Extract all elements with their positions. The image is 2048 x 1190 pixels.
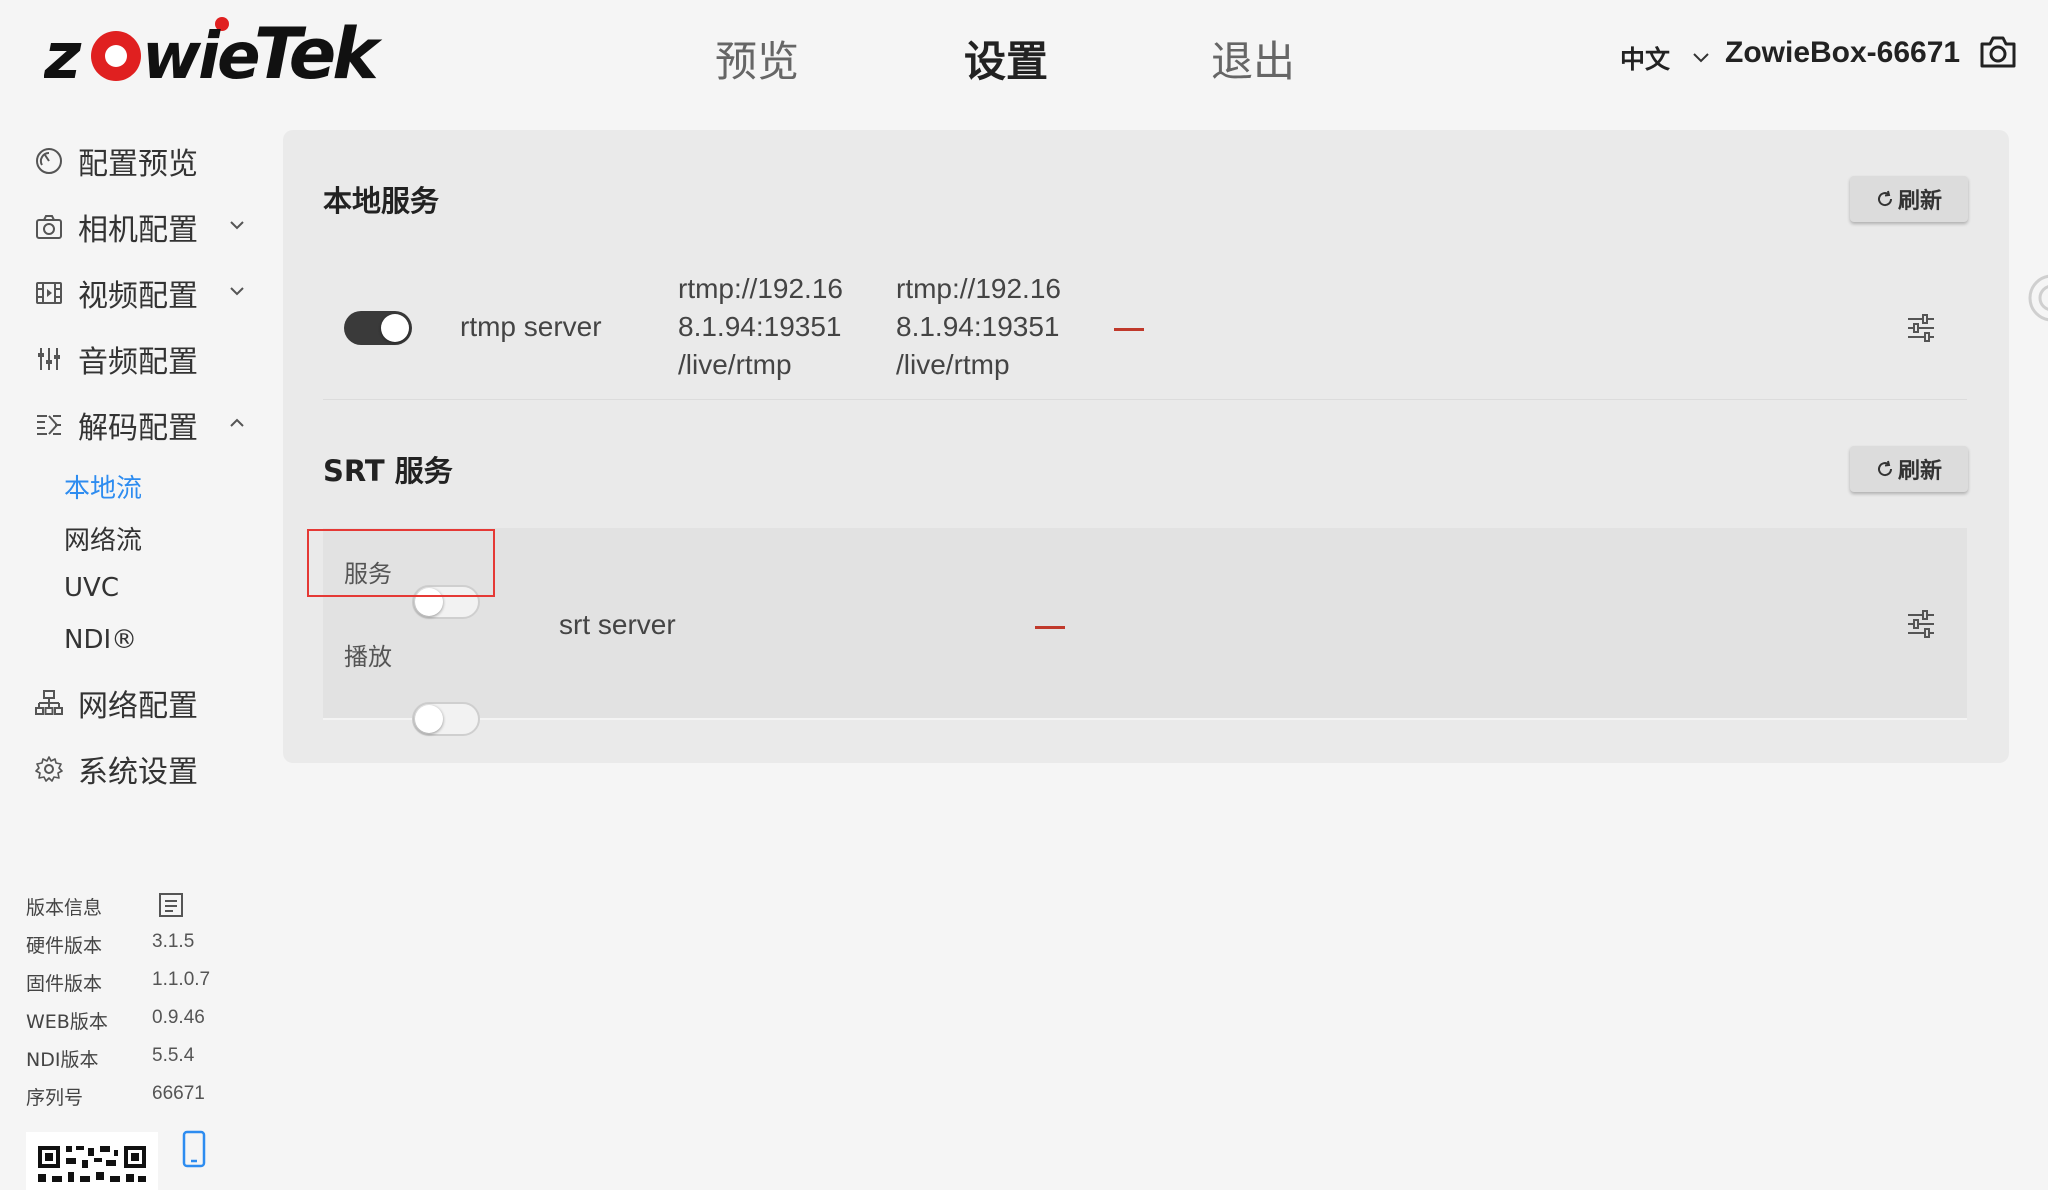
sidebar-item-label: 相机配置 [78, 213, 198, 248]
chevron-up-icon [230, 418, 244, 427]
version-value: 66671 [152, 1083, 205, 1104]
version-value: 5.5.4 [152, 1045, 195, 1066]
nav-settings[interactable]: 设置 [964, 28, 1048, 89]
language-label: 中文 [1620, 45, 1671, 74]
section-title-srt-service: SRT 服务 [323, 454, 453, 488]
camera-icon [34, 212, 64, 242]
refresh-button[interactable]: 刷新 [1850, 446, 1968, 492]
stream-url-2: rtmp://192.16 8.1.94:19351 /live/rtmp [896, 273, 1061, 380]
version-value: 3.1.5 [152, 931, 195, 952]
sidebar-item-audio-config[interactable]: 音频配置 [34, 336, 198, 382]
sidebar-item-label: 视频配置 [78, 279, 198, 314]
service-name: rtmp server [460, 311, 602, 342]
stream-url-1: rtmp://192.16 8.1.94:19351 /live/rtmp [678, 273, 843, 380]
help-widget-icon[interactable] [2026, 272, 2048, 324]
sidebar-subitem-network-stream[interactable]: 网络流 [64, 520, 142, 557]
version-label: 硬件版本 [26, 935, 103, 957]
version-label: WEB版本 [26, 1011, 108, 1033]
version-value: 0.9.46 [152, 1007, 205, 1028]
svg-text:wie: wie [142, 20, 258, 92]
chevron-down-icon [230, 287, 244, 296]
nav-logout[interactable]: 退出 [1211, 28, 1295, 89]
device-name: ZowieBox-66671 [1725, 36, 1961, 69]
mobile-phone-icon[interactable] [180, 1130, 208, 1170]
sidebar-subitem-uvc[interactable]: UVC [64, 573, 119, 603]
sidebar-item-label: 解码配置 [78, 411, 198, 446]
film-icon [34, 278, 64, 308]
sidebar-item-label: 系统设置 [78, 755, 198, 790]
refresh-icon [1878, 460, 1892, 477]
status-indicator [1114, 328, 1144, 331]
sliders-icon[interactable] [1906, 314, 1936, 342]
version-info-title: 版本信息 [26, 897, 103, 919]
refresh-label: 刷新 [1897, 459, 1942, 484]
dashboard-icon [34, 146, 64, 176]
svg-text:z: z [44, 20, 82, 92]
qr-code-icon [26, 1132, 158, 1190]
sidebar-subitem-ndi[interactable]: NDI® [64, 625, 137, 655]
refresh-label: 刷新 [1897, 189, 1942, 214]
sidebar-item-config-preview[interactable]: 配置预览 [34, 138, 198, 184]
sidebar-item-label: 网络配置 [78, 689, 198, 724]
version-label: NDI版本 [26, 1049, 99, 1071]
refresh-button[interactable]: 刷新 [1850, 176, 1968, 222]
sidebar-item-label: 配置预览 [78, 147, 198, 182]
rtmp-server-toggle[interactable] [344, 311, 412, 345]
srt-play-toggle[interactable] [412, 702, 480, 736]
decode-icon [34, 410, 64, 440]
sidebar-item-video-config[interactable]: 视频配置 [34, 270, 244, 316]
play-toggle-label: 播放 [344, 643, 392, 671]
zowietek-logo: z wie Tek [44, 14, 387, 92]
sidebar-item-decode-config[interactable]: 解码配置 [34, 402, 244, 448]
network-icon [34, 688, 64, 718]
sliders-icon[interactable] [1906, 610, 1936, 638]
sidebar-item-camera-config[interactable]: 相机配置 [34, 204, 244, 250]
version-label: 序列号 [26, 1087, 84, 1109]
svg-text:Tek: Tek [254, 14, 383, 92]
chevron-down-icon [230, 221, 244, 230]
language-select[interactable]: 中文 [1620, 40, 1710, 76]
version-value: 1.1.0.7 [152, 969, 211, 990]
row-divider [323, 399, 1967, 400]
gear-icon [34, 754, 64, 784]
sidebar-item-network-config[interactable]: 网络配置 [34, 680, 198, 726]
equalizer-icon [34, 344, 64, 374]
copy-icon[interactable] [157, 891, 185, 919]
refresh-icon [1878, 190, 1892, 207]
chevron-down-icon [1693, 53, 1709, 63]
camera-icon[interactable] [1978, 34, 2018, 70]
sidebar-subitem-local-stream[interactable]: 本地流 [64, 468, 142, 505]
status-indicator [1035, 626, 1065, 629]
version-label: 固件版本 [26, 973, 103, 995]
sidebar-item-system-settings[interactable]: 系统设置 [34, 746, 198, 792]
highlight-box [307, 529, 495, 597]
sidebar-item-label: 音频配置 [78, 345, 198, 380]
nav-preview[interactable]: 预览 [715, 28, 799, 89]
service-name: srt server [559, 609, 676, 640]
section-title-local-service: 本地服务 [323, 184, 440, 218]
